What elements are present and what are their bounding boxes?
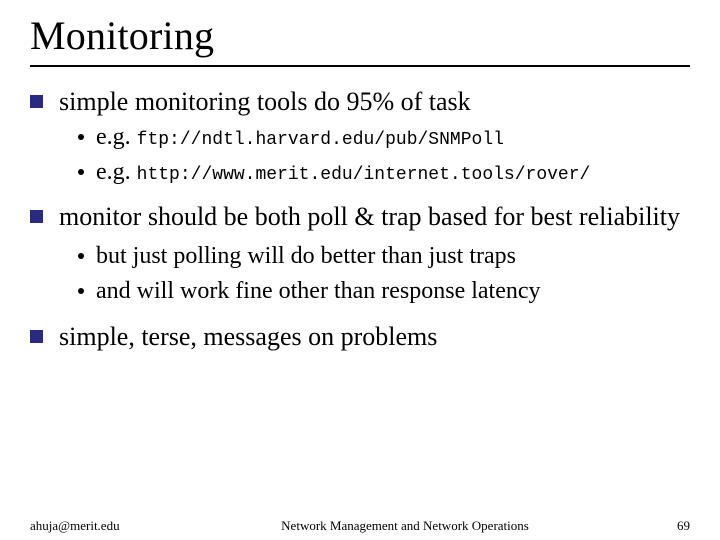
- bullet-mono: http://www.merit.edu/internet.tools/rove…: [137, 165, 591, 185]
- bullet-level1: simple, terse, messages on problems: [30, 320, 690, 353]
- bullet-level2: and will work fine other than response l…: [78, 276, 690, 307]
- slide: Monitoring simple monitoring tools do 95…: [0, 0, 720, 540]
- bullet-text: and will work fine other than response l…: [96, 276, 541, 307]
- square-bullet-icon: [30, 95, 43, 108]
- slide-title: Monitoring: [30, 12, 690, 59]
- bullet-text: but just polling will do better than jus…: [96, 241, 516, 272]
- bullet-level1: monitor should be both poll & trap based…: [30, 200, 690, 233]
- bullet-text: e.g. http://www.merit.edu/internet.tools…: [96, 157, 590, 188]
- dot-bullet-icon: [78, 253, 84, 259]
- bullet-text: e.g. ftp://ndtl.harvard.edu/pub/SNMPoll: [96, 122, 504, 153]
- footer-author: ahuja@merit.edu: [30, 518, 180, 534]
- bullet-level1: simple monitoring tools do 95% of task: [30, 85, 690, 118]
- square-bullet-icon: [30, 210, 43, 223]
- footer-title: Network Management and Network Operation…: [180, 518, 630, 534]
- bullet-prefix: e.g.: [96, 159, 137, 185]
- dot-bullet-icon: [78, 288, 84, 294]
- square-bullet-icon: [30, 330, 43, 343]
- bullet-text: simple monitoring tools do 95% of task: [59, 85, 471, 118]
- footer: ahuja@merit.edu Network Management and N…: [30, 518, 690, 534]
- bullet-level2: but just polling will do better than jus…: [78, 241, 690, 272]
- page-number: 69: [630, 518, 690, 534]
- dot-bullet-icon: [78, 169, 84, 175]
- bullet-prefix: e.g.: [96, 124, 137, 150]
- bullet-level2: e.g. ftp://ndtl.harvard.edu/pub/SNMPoll: [78, 122, 690, 153]
- slide-body: simple monitoring tools do 95% of task e…: [30, 85, 690, 354]
- dot-bullet-icon: [78, 134, 84, 140]
- title-divider: [30, 65, 690, 67]
- bullet-text: monitor should be both poll & trap based…: [59, 200, 680, 233]
- bullet-mono: ftp://ndtl.harvard.edu/pub/SNMPoll: [137, 130, 504, 150]
- bullet-text: simple, terse, messages on problems: [59, 320, 437, 353]
- bullet-level2: e.g. http://www.merit.edu/internet.tools…: [78, 157, 690, 188]
